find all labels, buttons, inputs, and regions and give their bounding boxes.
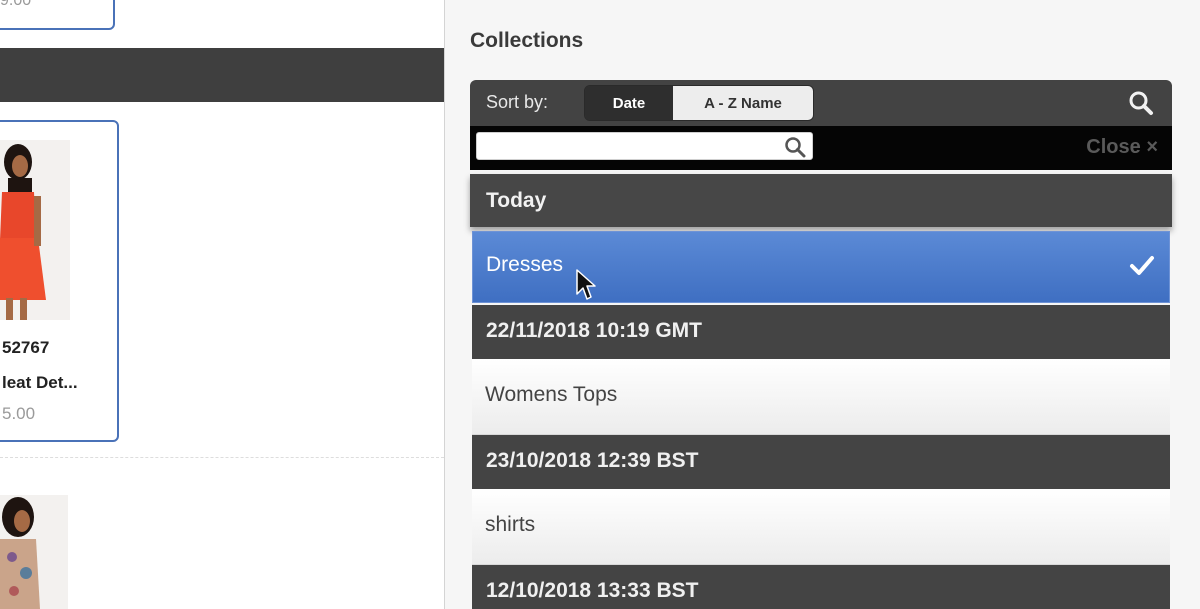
sort-segmented-control: Date A - Z Name	[584, 85, 814, 121]
list-item-label: Womens Tops	[485, 383, 618, 406]
product-card[interactable]: 52767 leat Det... 5.00	[0, 120, 119, 442]
checkmark-icon	[1130, 256, 1154, 275]
panel-title: Collections	[470, 29, 584, 52]
product-card[interactable]: 9.00	[0, 0, 115, 30]
group-header: Today	[470, 174, 1172, 227]
group-header-label: 22/11/2018 10:19 GMT	[486, 319, 702, 342]
collection-picker: Sort by: Date A - Z Name Close × Today D…	[470, 80, 1172, 609]
list-item[interactable]: Womens Tops	[472, 359, 1170, 435]
sort-date-button[interactable]: Date	[585, 86, 673, 120]
product-grid: 9.00 52767 leat Det... 5.00	[0, 0, 444, 609]
mouse-cursor-icon	[576, 269, 596, 300]
product-sku: 52767	[2, 338, 50, 357]
product-name: leat Det...	[2, 373, 78, 392]
group-header: 12/10/2018 13:33 BST	[472, 565, 1170, 609]
group-header-label: 12/10/2018 13:33 BST	[486, 579, 699, 602]
search-field[interactable]	[476, 132, 813, 160]
group-header-label: 23/10/2018 12:39 BST	[486, 449, 699, 472]
product-price: 5.00	[2, 404, 36, 423]
group-header-label: Today	[486, 189, 547, 212]
group-header: 22/11/2018 10:19 GMT	[472, 305, 1170, 359]
group-header: 23/10/2018 12:39 BST	[472, 435, 1170, 489]
close-button[interactable]: Close ×	[1086, 136, 1158, 159]
sort-label: Sort by:	[486, 92, 549, 112]
grid-header-bar	[0, 48, 444, 102]
search-row: Close ×	[470, 126, 1172, 170]
collections-panel: Collections Sort by: Date A - Z Name Clo…	[444, 0, 1200, 609]
search-icon[interactable]	[1128, 90, 1154, 116]
list-item-label: shirts	[485, 513, 536, 536]
list-item-label: Dresses	[486, 253, 564, 276]
grid-divider	[0, 457, 444, 458]
product-image	[0, 140, 70, 320]
product-price: 9.00	[0, 0, 32, 9]
search-icon	[785, 137, 806, 158]
sort-toolbar: Sort by: Date A - Z Name	[470, 80, 1172, 126]
search-input[interactable]	[477, 133, 777, 159]
product-image[interactable]	[0, 495, 68, 609]
sort-name-button[interactable]: A - Z Name	[673, 86, 813, 120]
list-item[interactable]: shirts	[472, 489, 1170, 565]
app-window: 9.00 52767 leat Det... 5.00 Collections …	[0, 0, 1200, 609]
